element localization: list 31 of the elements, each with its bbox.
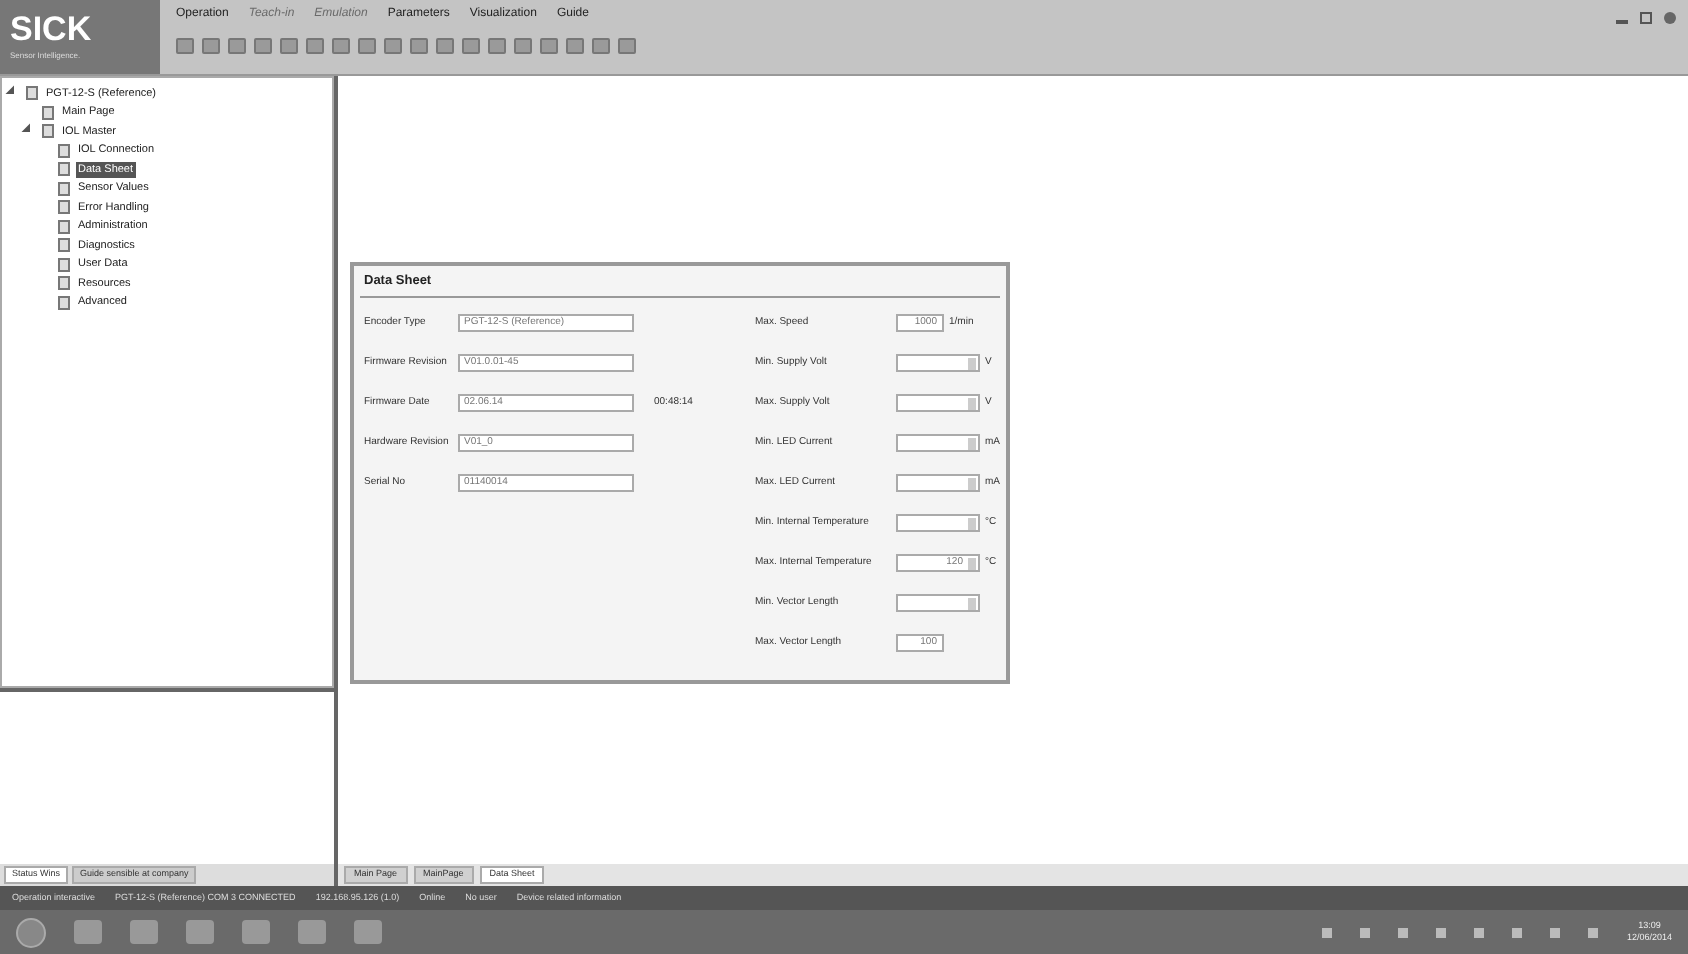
taskbar-icon[interactable] [354,920,382,944]
taskbar-icon[interactable] [242,920,270,944]
spin-arrows-icon[interactable] [967,597,975,610]
spin-arrows-icon[interactable] [967,517,975,530]
tray-icon[interactable] [1436,927,1447,937]
close-icon[interactable] [1664,12,1676,24]
spin-field[interactable] [895,474,979,493]
taskbar-icon[interactable] [186,920,214,944]
start-icon[interactable] [16,917,46,947]
tray-icon[interactable] [1360,927,1371,937]
spin-field[interactable] [895,354,979,373]
spin-arrows-icon[interactable] [967,557,975,570]
tray-icon[interactable] [1550,927,1561,937]
spin-arrows-icon[interactable] [967,437,975,450]
spin-field[interactable] [895,434,979,453]
tray-icon[interactable] [1588,927,1599,937]
tray-icon[interactable] [1398,927,1409,937]
tray-icon[interactable] [1322,927,1333,937]
taskbar-icon[interactable] [130,920,158,944]
taskbar-icon[interactable] [74,920,102,944]
tray-icon[interactable] [1474,927,1485,937]
spin-field[interactable] [895,514,979,533]
spin-arrows-icon[interactable] [967,477,975,490]
minimize-icon[interactable] [1616,20,1628,24]
spin-arrows-icon[interactable] [967,397,975,410]
maximize-icon[interactable] [1640,12,1652,24]
taskbar-icon[interactable] [298,920,326,944]
spin-field[interactable] [895,594,979,613]
tray-icon[interactable] [1512,927,1523,937]
spin-field[interactable] [895,394,979,413]
spin-arrows-icon[interactable] [967,357,975,370]
